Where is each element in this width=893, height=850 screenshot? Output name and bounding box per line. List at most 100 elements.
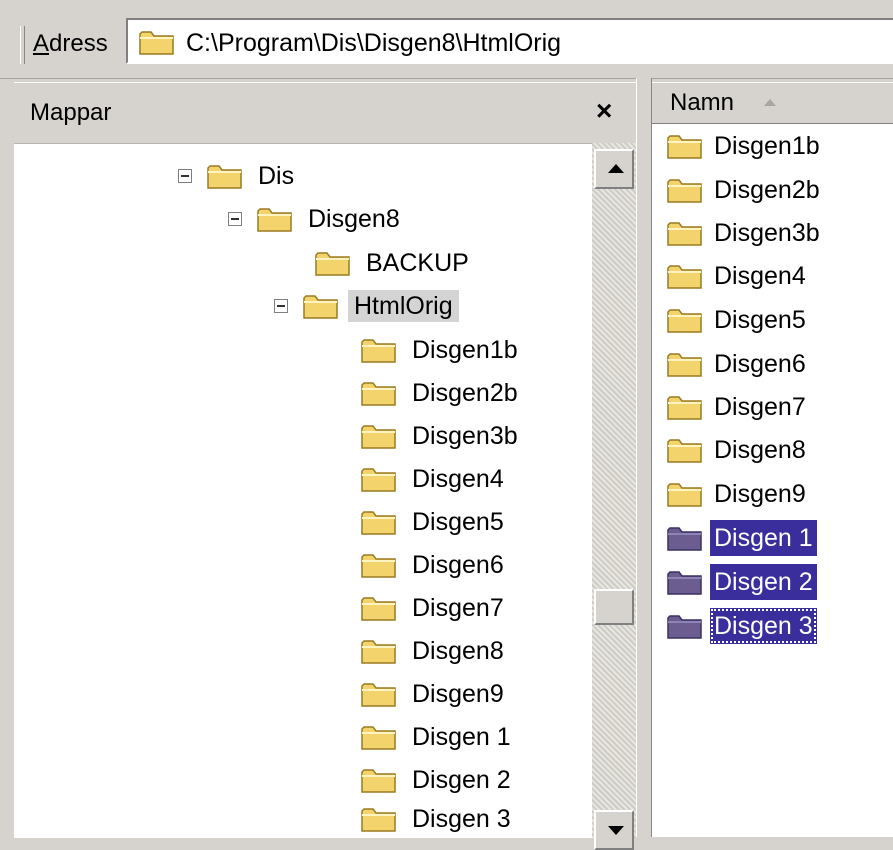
folder-icon [667, 615, 702, 639]
tree-item-disgen4[interactable]: Disgen4 [360, 459, 510, 499]
tree-item-label: Disgen9 [412, 680, 504, 708]
folder-icon [139, 31, 174, 55]
list-item-label: Disgen 3 [710, 608, 817, 644]
column-header-label: Namn [670, 89, 735, 116]
list-item-selected[interactable]: Disgen 1 [666, 518, 817, 558]
list-item-selected[interactable]: Disgen 2 [666, 562, 817, 602]
pane-splitter[interactable] [636, 78, 652, 837]
list-item[interactable]: Disgen1b [666, 126, 824, 166]
address-label: Adress [33, 30, 108, 57]
column-header-name[interactable]: Namn [652, 82, 893, 124]
list-item[interactable]: Disgen6 [666, 344, 810, 384]
list-item-label: Disgen9 [714, 480, 806, 508]
folder-icon [361, 640, 396, 664]
tree-item-disgen3b[interactable]: Disgen3b [360, 416, 524, 456]
tree-item-label: Disgen 3 [412, 805, 511, 833]
tree-item-disgen8[interactable]: Disgen8 [228, 199, 406, 239]
tree-item-label: HtmlOrig [348, 290, 459, 322]
folder-icon [667, 396, 702, 420]
tree-item-label: Disgen 2 [412, 766, 511, 794]
folder-icon [361, 425, 396, 449]
tree-item-disgen5[interactable]: Disgen5 [360, 502, 510, 542]
scroll-thumb[interactable] [594, 589, 634, 625]
tree-item-disgen1b[interactable]: Disgen1b [360, 330, 524, 370]
folder-icon [667, 353, 702, 377]
folder-icon [667, 527, 702, 551]
tree-item-label: Disgen8 [412, 637, 504, 665]
list-item-label: Disgen3b [714, 219, 820, 247]
arrow-up-icon [608, 164, 624, 173]
sort-ascending-icon [764, 99, 776, 106]
list-item-label: Disgen7 [714, 393, 806, 421]
folder-icon [361, 597, 396, 621]
close-pane-button[interactable]: × [596, 95, 612, 127]
list-item-label: Disgen8 [714, 436, 806, 464]
vertical-scrollbar[interactable] [592, 143, 636, 850]
list-item[interactable]: Disgen4 [666, 256, 810, 296]
file-list-pane: Namn Disgen1b Disgen2b Disgen3b Disgen4 [652, 82, 893, 837]
tree-item-label: Disgen3b [412, 422, 518, 450]
scroll-down-button[interactable] [594, 810, 634, 850]
folder-icon [667, 483, 702, 507]
folder-icon [361, 769, 396, 793]
folder-icon [257, 208, 292, 232]
list-item-label: Disgen 1 [710, 520, 817, 556]
folder-icon [667, 135, 702, 159]
list-item-label: Disgen1b [714, 132, 820, 160]
folder-icon [667, 439, 702, 463]
file-list: Disgen1b Disgen2b Disgen3b Disgen4 Disge… [652, 122, 893, 837]
tree-item-label: Disgen1b [412, 336, 518, 364]
tree-item-label: Disgen8 [308, 205, 400, 233]
folder-icon [315, 252, 350, 276]
tree-item-disgen6[interactable]: Disgen6 [360, 545, 510, 585]
folder-icon [361, 808, 396, 832]
folder-icon [361, 339, 396, 363]
tree-item-label: Disgen7 [412, 594, 504, 622]
tree-item-label: Disgen6 [412, 551, 504, 579]
tree-item-disgen-1[interactable]: Disgen 1 [360, 717, 517, 757]
collapse-icon[interactable] [178, 169, 192, 183]
folder-icon [667, 571, 702, 595]
tree-item-label: BACKUP [366, 249, 469, 277]
folder-icon [361, 468, 396, 492]
tree-item-label: Disgen4 [412, 465, 504, 493]
tree-item-disgen-3[interactable]: Disgen 3 [360, 799, 517, 838]
tree-item-disgen9[interactable]: Disgen9 [360, 674, 510, 714]
folder-tree: Dis Disgen8 BACKUP HtmlOrig Disgen1b Dis… [14, 143, 592, 838]
folder-icon [667, 265, 702, 289]
toolbar-grip[interactable] [20, 26, 25, 64]
address-path[interactable]: C:\Program\Dis\Disgen8\HtmlOrig [186, 28, 561, 58]
folder-icon [667, 222, 702, 246]
list-item[interactable]: Disgen7 [666, 387, 810, 427]
folder-icon [361, 554, 396, 578]
folder-icon [361, 726, 396, 750]
list-item[interactable]: Disgen9 [666, 474, 810, 514]
tree-item-disgen7[interactable]: Disgen7 [360, 588, 510, 628]
tree-item-label: Disgen5 [412, 508, 504, 536]
collapse-icon[interactable] [228, 212, 242, 226]
tree-item-label: Disgen 1 [412, 723, 511, 751]
tree-item-disgen2b[interactable]: Disgen2b [360, 373, 524, 413]
tree-item-label: Dis [258, 162, 295, 190]
explorer-window: Adress C:\Program\Dis\Disgen8\HtmlOrig M… [0, 0, 893, 850]
collapse-icon[interactable] [274, 299, 288, 313]
list-item[interactable]: Disgen5 [666, 300, 810, 340]
tree-item-dis[interactable]: Dis [178, 156, 300, 196]
list-item[interactable]: Disgen3b [666, 213, 824, 253]
folders-pane-header: Mappar × [14, 83, 636, 144]
tree-item-disgen-2[interactable]: Disgen 2 [360, 760, 517, 800]
list-item-selected[interactable]: Disgen 3 [666, 606, 817, 646]
list-item[interactable]: Disgen2b [666, 170, 824, 210]
tree-item-htmlorig[interactable]: HtmlOrig [274, 286, 459, 326]
list-item[interactable]: Disgen8 [666, 430, 810, 470]
tree-item-disgen8-child[interactable]: Disgen8 [360, 631, 510, 671]
tree-item-label: Disgen2b [412, 379, 518, 407]
list-item-label: Disgen6 [714, 350, 806, 378]
folder-icon [361, 683, 396, 707]
scroll-up-button[interactable] [594, 149, 634, 189]
address-field[interactable]: C:\Program\Dis\Disgen8\HtmlOrig [126, 18, 893, 64]
folders-pane: Mappar × Dis Disgen8 BACKUP HtmlOrig Dis… [14, 82, 636, 850]
list-item-label: Disgen2b [714, 176, 820, 204]
folder-icon [361, 511, 396, 535]
tree-item-backup[interactable]: BACKUP [314, 243, 475, 283]
